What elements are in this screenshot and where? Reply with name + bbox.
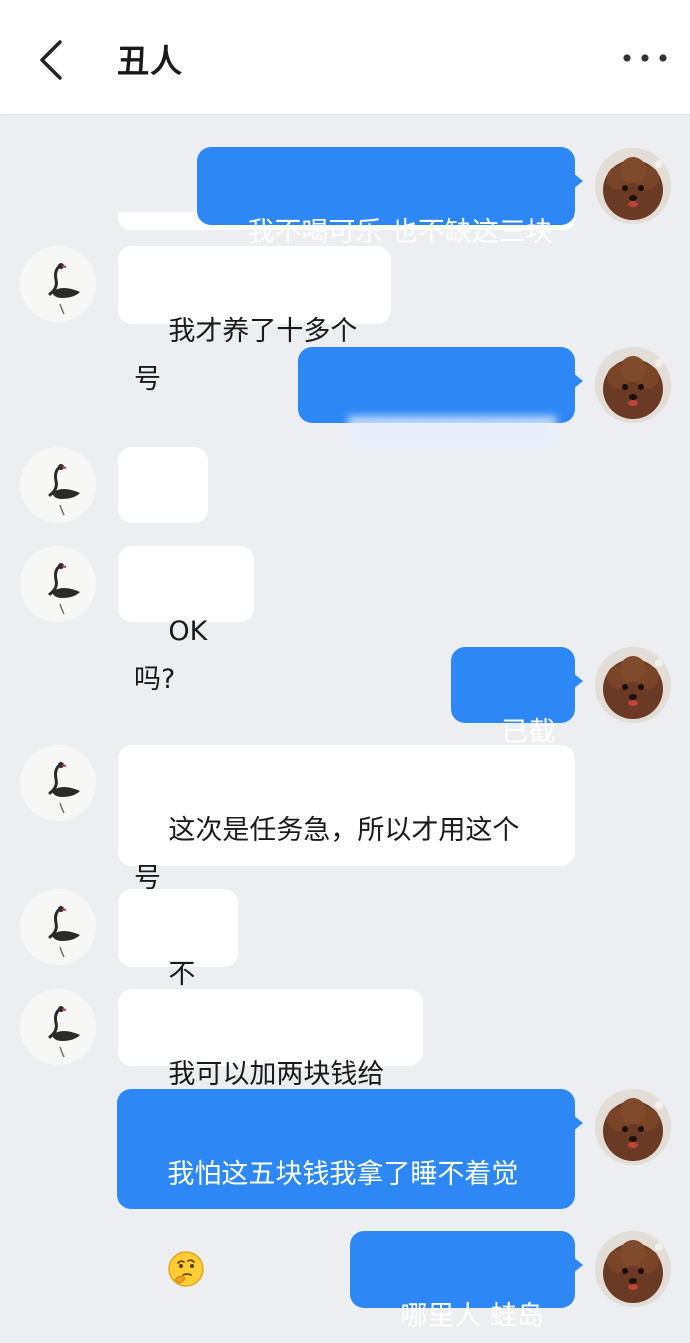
black-swan-avatar-icon xyxy=(20,989,96,1065)
poodle-avatar-icon xyxy=(595,347,671,423)
message-text: 哪里人 蛙岛吗 xyxy=(400,1301,544,1332)
message-bubble-incoming[interactable]: 这次是任务急，所以才用这个 号 xyxy=(118,745,575,894)
message-text: 我不喝可乐 也不缺这三块 xyxy=(247,217,553,248)
message-bubble-incoming[interactable]: 我可以加两块钱给你 xyxy=(118,989,423,1138)
message-bubble-outgoing[interactable]: 哪里人 蛙岛吗 xyxy=(350,1231,583,1332)
poodle-avatar-icon xyxy=(595,148,671,224)
my-avatar[interactable] xyxy=(595,148,671,224)
back-button[interactable] xyxy=(32,38,72,82)
poodle-avatar-icon xyxy=(595,1231,671,1307)
my-avatar[interactable] xyxy=(595,647,671,723)
my-avatar[interactable] xyxy=(595,347,671,423)
message-bubble-outgoing[interactable]: 我不喝可乐 也不缺这三块 xyxy=(197,147,583,248)
black-swan-avatar-icon xyxy=(20,246,96,322)
message-row: 哪里人 蛙岛吗 xyxy=(0,1231,690,1332)
contact-avatar[interactable] xyxy=(20,889,96,965)
message-row: 这次是任务急，所以才用这个 号 xyxy=(0,745,690,894)
message-bubble-incoming[interactable]: 不要发 xyxy=(118,889,238,1038)
message-row: 嗯? xyxy=(0,447,690,596)
message-row: OK吗? xyxy=(0,546,690,695)
message-row: 已截图 xyxy=(0,647,690,796)
message-bubble-incoming[interactable]: OK吗? xyxy=(118,546,254,695)
message-bubble-incoming[interactable]: 嗯? xyxy=(118,447,208,596)
poodle-avatar-icon xyxy=(595,1089,671,1165)
message-row: 我怕这五块钱我拿了睡不着觉 xyxy=(0,1089,690,1287)
message-row: 我才养了十多个号 xyxy=(0,246,690,395)
chevron-left-icon xyxy=(40,40,62,80)
message-row: 我不喝可乐 也不缺这三块 xyxy=(0,147,690,248)
contact-avatar[interactable] xyxy=(20,546,96,622)
message-bubble-incoming[interactable]: 我才养了十多个号 xyxy=(118,246,391,395)
more-options-button[interactable] xyxy=(622,46,668,70)
message-row: ██████████ xyxy=(0,347,690,448)
black-swan-avatar-icon xyxy=(20,546,96,622)
message-row: 我可以加两块钱给你 xyxy=(0,989,690,1138)
message-bubble-outgoing[interactable]: ██████████ xyxy=(298,347,583,448)
message-bubble-outgoing[interactable]: 已截图 xyxy=(451,647,583,796)
chat-title: 丑人 xyxy=(117,42,184,80)
chat-header: 丑人 xyxy=(0,0,690,114)
my-avatar[interactable] xyxy=(595,1089,671,1165)
black-swan-avatar-icon xyxy=(20,447,96,523)
ellipsis-icon xyxy=(623,54,667,62)
black-swan-avatar-icon xyxy=(20,889,96,965)
poodle-avatar-icon xyxy=(595,647,671,723)
contact-avatar[interactable] xyxy=(20,447,96,523)
contact-avatar[interactable] xyxy=(20,246,96,322)
message-bubble-outgoing[interactable]: 我怕这五块钱我拿了睡不着觉 xyxy=(117,1089,583,1287)
my-avatar[interactable] xyxy=(595,1231,671,1307)
black-swan-avatar-icon xyxy=(20,745,96,821)
message-row: 不要发 xyxy=(0,889,690,1038)
contact-avatar[interactable] xyxy=(20,989,96,1065)
message-text: 我怕这五块钱我拿了睡不着觉 xyxy=(167,1159,519,1190)
contact-avatar[interactable] xyxy=(20,745,96,821)
